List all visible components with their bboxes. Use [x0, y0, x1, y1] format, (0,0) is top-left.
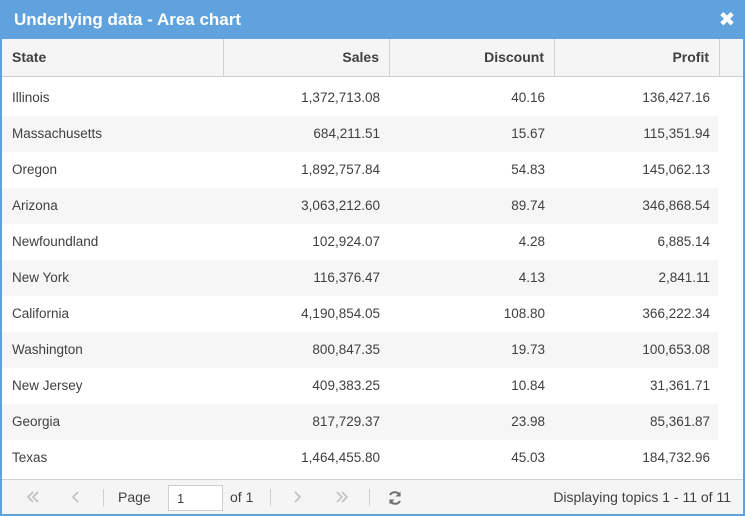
- cell-sales: 102,924.07: [312, 234, 380, 249]
- column-header-state[interactable]: State: [2, 39, 224, 76]
- cell-state: Massachusetts: [12, 126, 103, 141]
- cell-profit: 6,885.14: [657, 234, 710, 249]
- cell-profit: 2,841.11: [658, 270, 710, 285]
- table-row[interactable]: Oregon 1,892,757.84 54.83 145,062.13: [2, 152, 718, 188]
- page-number-input[interactable]: [168, 485, 223, 511]
- table-row[interactable]: New York 116,376.47 4.13 2,841.11: [2, 260, 718, 296]
- next-page-icon[interactable]: [286, 486, 308, 508]
- table-row[interactable]: California 4,190,854.05 108.80 366,222.34: [2, 296, 718, 332]
- cell-sales: 4,190,854.05: [301, 306, 380, 321]
- cell-state: Oregon: [12, 162, 58, 177]
- cell-profit: 184,732.96: [642, 450, 710, 465]
- cell-profit: 145,062.13: [642, 162, 710, 177]
- cell-state: Illinois: [12, 90, 50, 105]
- column-header-spacer: [720, 39, 743, 76]
- cell-sales: 800,847.35: [312, 342, 380, 357]
- table-row[interactable]: Georgia 817,729.37 23.98 85,361.87: [2, 404, 718, 440]
- window-title: Underlying data - Area chart: [14, 10, 242, 29]
- paging-toolbar: Page of 1 Displaying topics 1 - 11 of 11: [2, 479, 743, 514]
- page-label: Page: [118, 489, 151, 505]
- table-row[interactable]: Illinois 1,372,713.08 40.16 136,427.16: [2, 80, 718, 116]
- cell-profit: 31,361.71: [649, 378, 710, 393]
- cell-discount: 4.13: [518, 270, 545, 285]
- cell-discount: 4.28: [518, 234, 545, 249]
- cell-profit: 115,351.94: [643, 126, 710, 141]
- cell-profit: 100,653.08: [642, 342, 710, 357]
- cell-state: Washington: [12, 342, 83, 357]
- cell-sales: 684,211.51: [313, 126, 380, 141]
- cell-sales: 116,376.47: [313, 270, 380, 285]
- cell-profit: 85,361.87: [649, 414, 710, 429]
- cell-discount: 108.80: [503, 306, 545, 321]
- cell-discount: 19.73: [511, 342, 545, 357]
- cell-state: New York: [12, 270, 70, 285]
- last-page-icon[interactable]: [331, 486, 353, 508]
- cell-sales: 3,063,212.60: [301, 198, 380, 213]
- cell-sales: 1,892,757.84: [301, 162, 380, 177]
- data-grid: State Sales Discount Profit Illinois 1,37…: [2, 39, 743, 478]
- cell-discount: 23.98: [511, 414, 545, 429]
- cell-profit: 366,222.34: [642, 306, 710, 321]
- cell-sales: 1,372,713.08: [301, 90, 380, 105]
- cell-discount: 10.84: [511, 378, 545, 393]
- cell-sales: 817,729.37: [312, 414, 380, 429]
- cell-sales: 1,464,455.80: [301, 450, 380, 465]
- column-header-sales[interactable]: Sales: [224, 39, 390, 76]
- paging-info: Displaying topics 1 - 11 of 11: [553, 489, 731, 505]
- cell-discount: 40.16: [511, 90, 545, 105]
- close-icon[interactable]: ✖: [717, 9, 737, 31]
- table-row[interactable]: New Jersey 409,383.25 10.84 31,361.71: [2, 368, 718, 404]
- cell-state: Texas: [12, 450, 48, 465]
- cell-discount: 89.74: [511, 198, 545, 213]
- pager-separator: [270, 489, 271, 506]
- cell-state: Arizona: [12, 198, 58, 213]
- window-titlebar[interactable]: Underlying data - Area chart ✖: [2, 2, 743, 39]
- cell-state: New Jersey: [12, 378, 83, 393]
- table-row[interactable]: Massachusetts 684,211.51 15.67 115,351.94: [2, 116, 718, 152]
- cell-discount: 45.03: [511, 450, 545, 465]
- column-header-discount[interactable]: Discount: [390, 39, 555, 76]
- cell-discount: 15.67: [511, 126, 545, 141]
- page-count-label: of 1: [230, 489, 254, 505]
- cell-profit: 346,868.54: [642, 198, 710, 213]
- table-row[interactable]: Washington 800,847.35 19.73 100,653.08: [2, 332, 718, 368]
- previous-page-icon[interactable]: [65, 486, 87, 508]
- pager-separator: [369, 489, 370, 506]
- underlying-data-window: Underlying data - Area chart ✖ State Sal…: [0, 0, 745, 516]
- table-row[interactable]: Arizona 3,063,212.60 89.74 346,868.54: [2, 188, 718, 224]
- grid-header: State Sales Discount Profit: [2, 39, 743, 77]
- pager-separator: [103, 489, 104, 506]
- cell-state: Georgia: [12, 414, 61, 429]
- cell-sales: 409,383.25: [312, 378, 380, 393]
- refresh-icon[interactable]: [384, 486, 406, 508]
- table-row[interactable]: Texas 1,464,455.80 45.03 184,732.96: [2, 440, 718, 476]
- table-row[interactable]: Newfoundland 102,924.07 4.28 6,885.14: [2, 224, 718, 260]
- cell-profit: 136,427.16: [642, 90, 710, 105]
- first-page-icon[interactable]: [22, 486, 44, 508]
- column-header-profit[interactable]: Profit: [555, 39, 720, 76]
- cell-discount: 54.83: [511, 162, 545, 177]
- cell-state: Newfoundland: [12, 234, 99, 249]
- cell-state: California: [12, 306, 70, 321]
